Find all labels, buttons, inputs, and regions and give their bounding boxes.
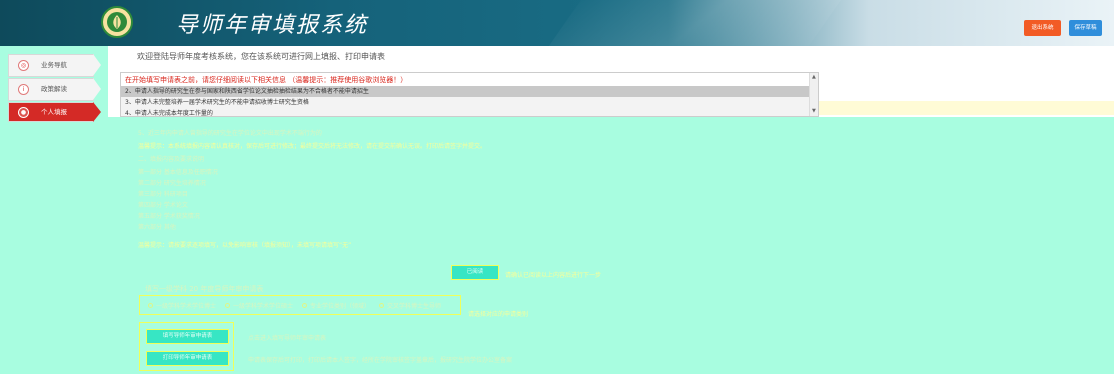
notice-list: 2、申请人指导的研究生在参与国家和陕西省学位论文抽检抽检结果为不合格者不能申请招… <box>121 86 811 116</box>
save-draft-button[interactable]: 保存草稿 <box>1069 20 1102 36</box>
list-item: 4、申请人未完成本年度工作量的 <box>121 108 811 116</box>
info-icon: i <box>18 84 29 95</box>
radio-option[interactable] <box>225 303 230 308</box>
logout-button[interactable]: 退出系统 <box>1024 20 1061 36</box>
list-item: 第三部分 科研项目 <box>138 191 188 198</box>
navigation-icon: ◎ <box>18 60 29 71</box>
list-item: 第二部分 研究生培养情况 <box>138 180 206 187</box>
option-label: 交叉学科博士生导师 <box>387 303 442 310</box>
fill-form-button[interactable]: 填写导师年审申请表 <box>146 329 229 344</box>
warm-tip: 温馨提示：本系统填报内容请认真核对，保存后可进行修改；最终提交后将无法修改，请在… <box>138 143 487 150</box>
sidebar-item-label: 政策解读 <box>41 85 67 93</box>
app-header: 导师年审填报系统 退出系统 保存草稿 <box>0 0 1114 46</box>
header-decoration <box>524 0 856 46</box>
welcome-text: 欢迎登陆导师年度考核系统，您在该系统可进行网上填报、打印申请表 <box>137 52 385 61</box>
options-hint: 请选择对应的申请类别 <box>468 311 529 318</box>
option-label: 专业学位类别（领域） <box>310 303 371 310</box>
sidebar-item-label: 业务导航 <box>41 61 67 69</box>
notice-box: 在开始填写申请表之前，请您仔细阅读以下相关信息 （温馨提示：推荐使用谷歌浏览器！… <box>120 72 819 117</box>
option-label: 一级学科学术学位博士 <box>156 303 217 310</box>
sidebar-item-navigation[interactable]: ◎ 业务导航 <box>8 54 101 77</box>
year-form-title: 填写一级学科 20 年度导师年审申请表 <box>145 285 264 293</box>
category-options: 一级学科学术学位博士 一级学科学术学位硕士 专业学位类别（领域） 交叉学科博士生… <box>139 295 461 315</box>
fill-form-desc: 点击进入填写导师年审申请表 <box>248 335 327 342</box>
warm-tip-bottom: 温馨提示：请按要求逐项填写，以免影响审核（填报须知），未填写项请填写“无” <box>138 242 352 249</box>
option-label: 一级学科学术学位硕士 <box>233 303 294 310</box>
sidebar-item-personal[interactable]: ● 个人填报 <box>8 102 101 122</box>
list-item: 5、近三年内申请人曾指导的研究生在学位论文中出现学术不端行为的 <box>138 130 322 137</box>
scroll-down-icon[interactable]: ▼ <box>812 109 816 114</box>
radio-option[interactable] <box>148 303 153 308</box>
agree-button[interactable]: 已阅读 <box>451 265 499 280</box>
sidebar-item-label: 个人填报 <box>41 108 67 116</box>
university-logo <box>101 6 133 38</box>
agree-hint: 请确认已阅读以上内容后进行下一步 <box>505 272 602 279</box>
list-item: 第五部分 学术获奖情况 <box>138 213 200 220</box>
list-item: 3、申请人未完整培养一届学术研究生的不能申请招收博士研究生资格 <box>121 97 811 108</box>
sidebar-item-policy[interactable]: i 政策解读 <box>8 78 101 101</box>
print-form-button[interactable]: 打印导师年审申请表 <box>146 351 229 366</box>
notice-scrollbar[interactable]: ▲ ▼ <box>809 73 818 116</box>
app-title: 导师年审填报系统 <box>176 13 369 38</box>
section-heading: 二、填报内容及要求说明 <box>138 156 205 163</box>
list-item: 2、申请人指导的研究生在参与国家和陕西省学位论文抽检抽检结果为不合格者不能申请招… <box>121 86 811 97</box>
list-item: 第一部分 基本信息及任职情况 <box>138 169 218 176</box>
scroll-up-icon[interactable]: ▲ <box>812 75 816 80</box>
user-icon: ● <box>18 107 29 118</box>
notice-heading: 在开始填写申请表之前，请您仔细阅读以下相关信息 （温馨提示：推荐使用谷歌浏览器！… <box>125 76 408 84</box>
radio-option[interactable] <box>302 303 307 308</box>
print-form-desc: 申请表保存后可打印，打印后请本人签字，经所在学院审核签字盖章后，报研究生院学位办… <box>248 357 513 364</box>
list-item: 第四部分 学术论文 <box>138 202 188 209</box>
highlight-bar <box>819 101 1114 115</box>
list-item: 第六部分 其他 <box>138 224 176 231</box>
radio-option[interactable] <box>379 303 384 308</box>
leaf-emblem-icon <box>107 12 127 32</box>
sidebar: ◎ 业务导航 i 政策解读 ● 个人填报 <box>0 46 108 374</box>
